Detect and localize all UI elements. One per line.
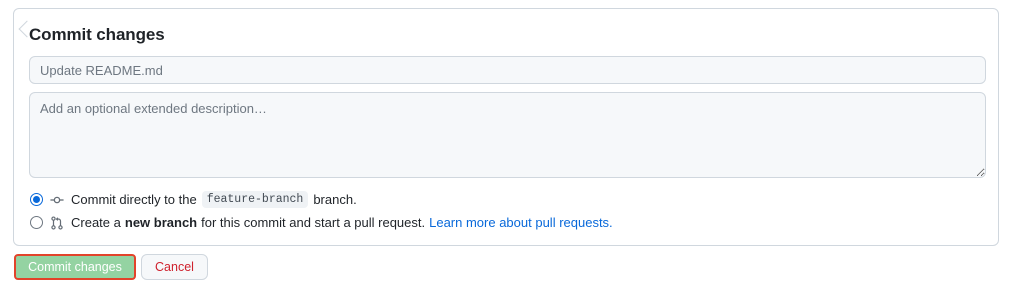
commit-direct-radio[interactable] <box>30 193 43 206</box>
commit-description-input[interactable] <box>29 92 986 178</box>
commit-form-panel: Commit changes Commit directly to the fe… <box>13 8 999 246</box>
new-branch-option[interactable]: Create a new branch for this commit and … <box>30 215 613 230</box>
new-branch-prefix: Create a <box>71 215 121 230</box>
learn-more-link[interactable]: Learn more about pull requests. <box>429 215 613 230</box>
new-branch-suffix: for this commit and start a pull request… <box>201 215 426 230</box>
git-pull-request-icon <box>50 215 64 230</box>
new-branch-bold: new branch <box>124 215 198 230</box>
branch-name: feature-branch <box>201 191 309 208</box>
commit-form-title: Commit changes <box>29 25 165 44</box>
git-commit-icon <box>50 193 64 207</box>
commit-direct-suffix: branch. <box>313 192 357 207</box>
commit-direct-prefix: Commit directly to the <box>71 192 197 207</box>
commit-direct-option[interactable]: Commit directly to the feature-branch br… <box>30 191 357 208</box>
commit-changes-button[interactable]: Commit changes <box>14 254 136 280</box>
commit-summary-input[interactable] <box>29 56 986 84</box>
new-branch-radio[interactable] <box>30 216 43 229</box>
cancel-button[interactable]: Cancel <box>141 254 208 280</box>
